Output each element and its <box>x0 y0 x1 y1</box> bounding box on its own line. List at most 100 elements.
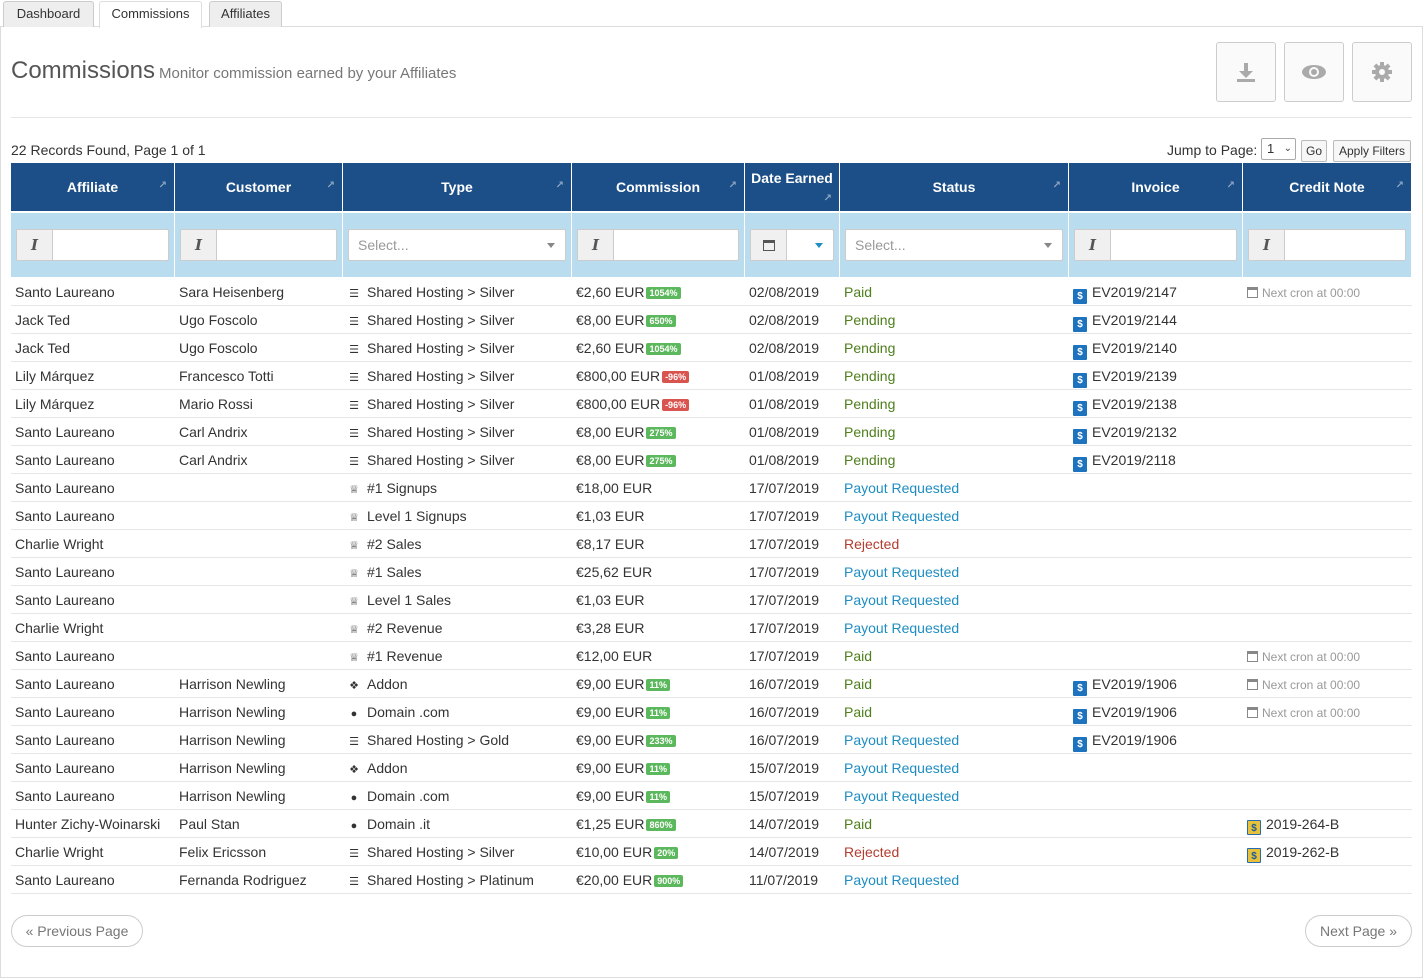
affiliate-cell[interactable]: Santo Laureano <box>15 670 115 698</box>
pin-icon[interactable]: ↗ <box>824 193 832 204</box>
affiliate-cell[interactable]: Jack Ted <box>15 334 70 362</box>
invoice-link[interactable]: $ EV2019/2140 <box>1073 334 1177 362</box>
customer-cell[interactable]: Paul Stan <box>179 810 240 838</box>
apply-filters-button[interactable]: Apply Filters <box>1333 140 1411 162</box>
type-cell: ❖ Addon <box>347 670 407 698</box>
pin-icon[interactable]: ↗ <box>327 180 335 191</box>
affiliate-cell[interactable]: Charlie Wright <box>15 530 103 558</box>
type-cell: ♕ Level 1 Signups <box>347 502 467 530</box>
column-header-invoice[interactable]: Invoice ↗ <box>1069 163 1242 211</box>
customer-cell[interactable]: Harrison Newling <box>179 782 286 810</box>
customer-cell[interactable]: Fernanda Rodriguez <box>179 866 307 894</box>
affiliate-cell[interactable]: Santo Laureano <box>15 866 115 894</box>
affiliate-cell[interactable]: Santo Laureano <box>15 782 115 810</box>
customer-filter-input[interactable]: I <box>180 229 337 261</box>
customer-cell[interactable]: Sara Heisenberg <box>179 278 284 306</box>
credit-note-filter-input[interactable]: I <box>1248 229 1406 261</box>
pin-icon[interactable]: ↗ <box>1396 180 1404 191</box>
date-filter[interactable] <box>750 229 834 261</box>
invoice-link[interactable]: $ EV2019/1906 <box>1073 670 1177 698</box>
customer-cell[interactable]: Harrison Newling <box>179 670 286 698</box>
affiliate-cell[interactable]: Charlie Wright <box>15 838 103 866</box>
customer-cell[interactable]: Mario Rossi <box>179 390 253 418</box>
type-label: Shared Hosting > Silver <box>367 452 515 468</box>
affiliate-cell[interactable]: Jack Ted <box>15 306 70 334</box>
status-cell: Payout Requested <box>844 564 960 580</box>
pin-icon[interactable]: ↗ <box>159 180 167 191</box>
affiliate-cell[interactable]: Santo Laureano <box>15 642 115 670</box>
invoice-link[interactable]: $ EV2019/2147 <box>1073 278 1177 306</box>
go-button[interactable]: Go <box>1301 140 1327 162</box>
pin-icon[interactable]: ↗ <box>556 180 564 191</box>
column-header-customer[interactable]: Customer ↗ <box>175 163 342 211</box>
affiliate-cell[interactable]: Santo Laureano <box>15 474 115 502</box>
column-header-commission[interactable]: Commission ↗ <box>572 163 744 211</box>
table-row: Santo Laureano Harrison Newling ☰ Shared Ho… <box>11 726 1412 754</box>
affiliate-cell[interactable]: Santo Laureano <box>15 502 115 530</box>
invoice-link[interactable]: $ EV2019/1906 <box>1073 698 1177 726</box>
customer-cell[interactable]: Harrison Newling <box>179 698 286 726</box>
customer-cell[interactable]: Ugo Foscolo <box>179 334 258 362</box>
settings-button[interactable] <box>1352 42 1412 102</box>
invoice-link[interactable]: $ EV2019/1906 <box>1073 726 1177 754</box>
table-row: Santo Laureano Harrison Newling ❖ Addon €9,0… <box>11 754 1412 782</box>
chevron-down-icon[interactable] <box>815 243 823 248</box>
customer-cell[interactable]: Carl Andrix <box>179 446 247 474</box>
customer-cell[interactable]: Carl Andrix <box>179 418 247 446</box>
affiliate-cell[interactable]: Lily Márquez <box>15 390 94 418</box>
affiliate-cell[interactable]: Santo Laureano <box>15 418 115 446</box>
credit-note-link[interactable]: $2019-262-B <box>1247 838 1339 866</box>
tab-dashboard[interactable]: Dashboard <box>3 1 94 27</box>
pin-icon[interactable]: ↗ <box>729 180 737 191</box>
date-cell: 17/07/2019 <box>749 480 820 496</box>
pin-icon[interactable]: ↗ <box>1053 180 1061 191</box>
column-header-date[interactable]: Date Earned ↗ <box>745 163 839 211</box>
affiliate-cell[interactable]: Santo Laureano <box>15 586 115 614</box>
affiliate-cell[interactable]: Santo Laureano <box>15 726 115 754</box>
column-header-type[interactable]: Type ↗ <box>343 163 571 211</box>
invoice-link[interactable]: $ EV2019/2138 <box>1073 390 1177 418</box>
list-icon: ☰ <box>349 736 359 748</box>
invoice-number: EV2019/2118 <box>1092 452 1176 468</box>
commission-amount: €800,00 EUR <box>576 368 661 384</box>
customer-cell[interactable]: Ugo Foscolo <box>179 306 258 334</box>
type-cell: ☰ Shared Hosting > Gold <box>347 726 509 754</box>
pin-icon[interactable]: ↗ <box>1227 180 1235 191</box>
affiliate-cell[interactable]: Santo Laureano <box>15 278 115 306</box>
invoice-icon: $ <box>1073 737 1087 752</box>
customer-cell[interactable]: Felix Ericsson <box>179 838 266 866</box>
type-filter-select[interactable]: Select... <box>348 229 566 261</box>
eye-icon <box>1302 65 1326 79</box>
affiliate-cell[interactable]: Santo Laureano <box>15 754 115 782</box>
commission-amount: €9,00 EUR <box>576 760 645 776</box>
column-header-credit-note[interactable]: Credit Note ↗ <box>1243 163 1411 211</box>
column-header-status[interactable]: Status ↗ <box>840 163 1068 211</box>
customer-cell[interactable]: Harrison Newling <box>179 754 286 782</box>
customer-cell[interactable]: Francesco Totti <box>179 362 274 390</box>
invoice-link[interactable]: $ EV2019/2132 <box>1073 418 1177 446</box>
customer-cell[interactable]: Harrison Newling <box>179 726 286 754</box>
affiliate-cell[interactable]: Santo Laureano <box>15 446 115 474</box>
affiliate-filter-input[interactable]: I <box>16 229 169 261</box>
invoice-link[interactable]: $ EV2019/2144 <box>1073 306 1177 334</box>
affiliate-cell[interactable]: Santo Laureano <box>15 558 115 586</box>
column-header-affiliate[interactable]: Affiliate ↗ <box>11 163 174 211</box>
previous-page-button[interactable]: « Previous Page <box>11 915 143 947</box>
invoice-link[interactable]: $ EV2019/2118 <box>1073 446 1176 474</box>
commission-filter-input[interactable]: I <box>577 229 739 261</box>
affiliate-cell[interactable]: Hunter Zichy-Woinarski <box>15 810 160 838</box>
affiliate-cell[interactable]: Lily Márquez <box>15 362 94 390</box>
credit-note-link[interactable]: $2019-264-B <box>1247 810 1339 838</box>
invoice-link[interactable]: $ EV2019/2139 <box>1073 362 1177 390</box>
view-button[interactable] <box>1284 42 1344 102</box>
tab-affiliates[interactable]: Affiliates <box>209 1 282 27</box>
tab-commissions[interactable]: Commissions <box>99 1 202 28</box>
calendar-icon[interactable] <box>751 230 787 260</box>
status-filter-select[interactable]: Select... <box>845 229 1063 261</box>
jump-page-select[interactable]: 1 ⌄ <box>1261 138 1296 160</box>
affiliate-cell[interactable]: Santo Laureano <box>15 698 115 726</box>
next-page-button[interactable]: Next Page » <box>1305 915 1412 947</box>
export-button[interactable] <box>1216 42 1276 102</box>
affiliate-cell[interactable]: Charlie Wright <box>15 614 103 642</box>
invoice-filter-input[interactable]: I <box>1074 229 1237 261</box>
